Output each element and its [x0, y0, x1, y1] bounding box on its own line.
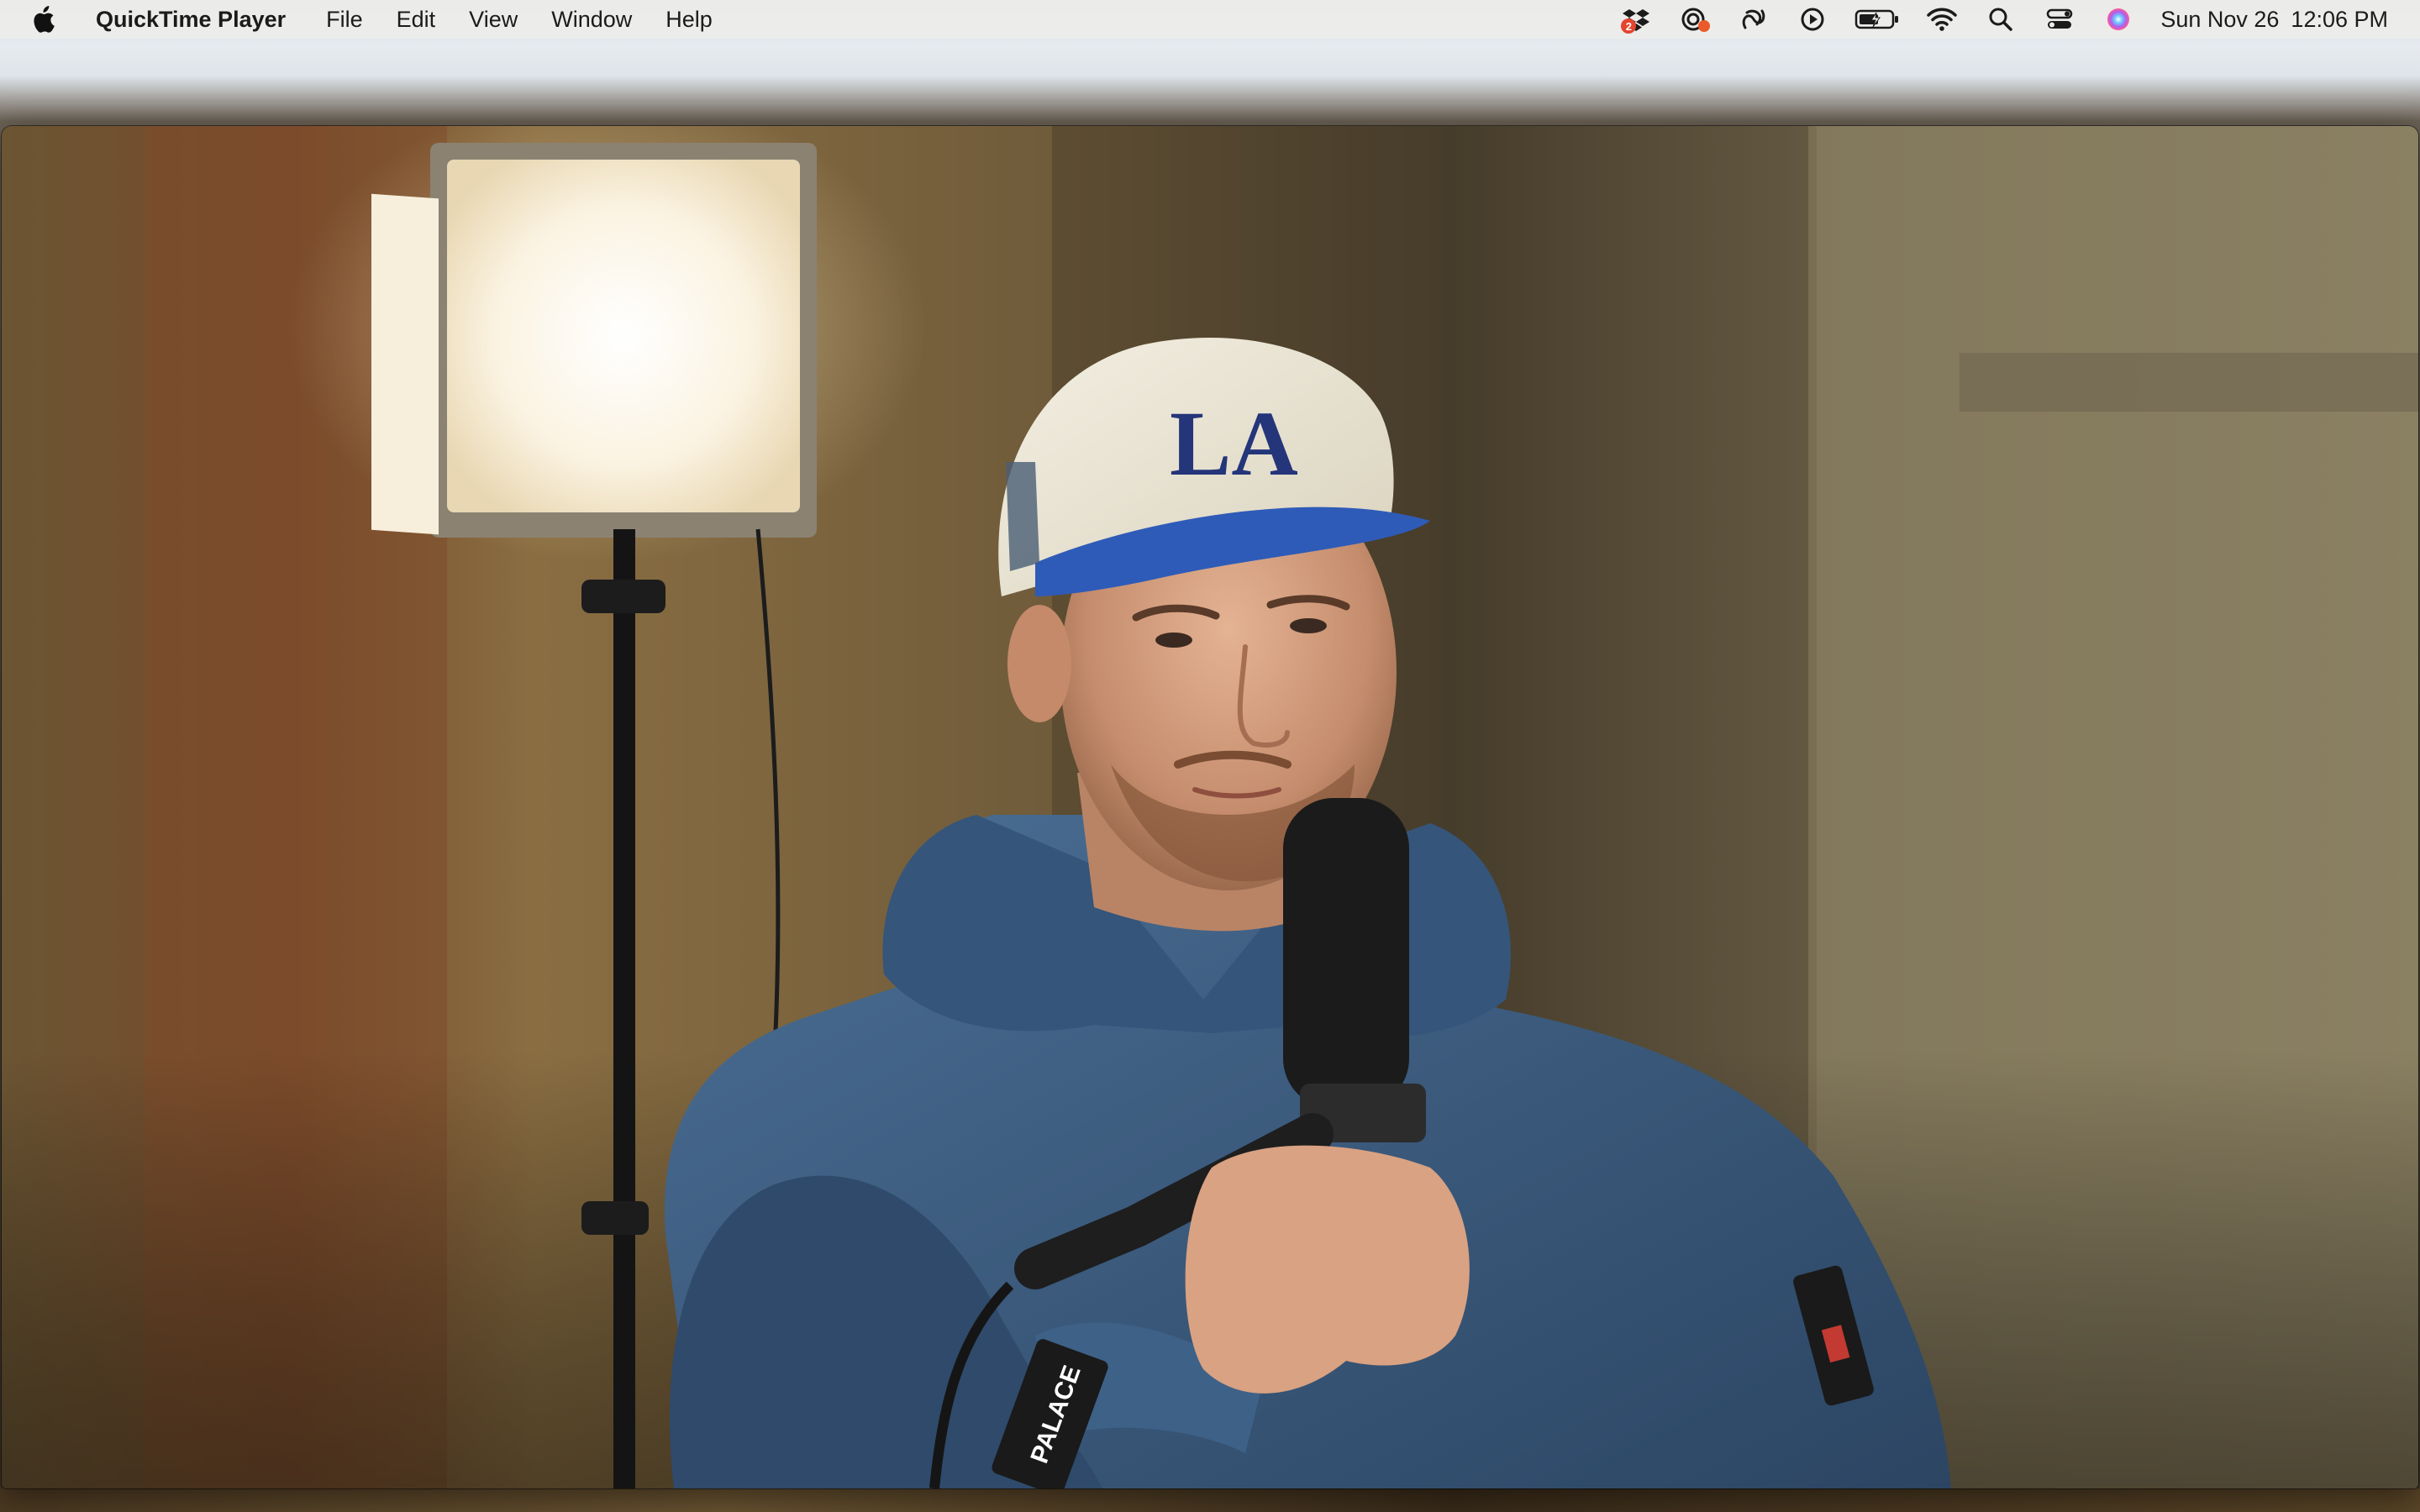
siri-icon[interactable] [2102, 5, 2135, 34]
menu-window[interactable]: Window [548, 3, 635, 36]
light-stand-pole [613, 529, 635, 1488]
microphone-body [1283, 798, 1409, 1109]
adobe-creative-cloud-icon[interactable] [1737, 5, 1770, 34]
ear-left [1007, 605, 1071, 722]
now-playing-icon[interactable] [1796, 5, 1829, 34]
light-stand-knob [581, 1201, 649, 1235]
softbox-light [447, 160, 800, 512]
menu-clock[interactable]: Sun Nov 26 12:06 PM [2160, 7, 2388, 33]
hand [1185, 1145, 1470, 1394]
menu-help[interactable]: Help [662, 3, 716, 36]
quicktime-player-window[interactable]: LA PALACE [2, 126, 2418, 1488]
menu-bar: QuickTime Player File Edit View Window H… [0, 0, 2420, 39]
menu-file[interactable]: File [323, 3, 366, 36]
dropbox-icon[interactable]: 2 [1619, 5, 1653, 34]
cap-side-patch [1006, 462, 1039, 571]
wall-shelf-right [1960, 353, 2418, 412]
control-center-icon[interactable] [2043, 5, 2076, 34]
menu-app-name[interactable]: QuickTime Player [92, 3, 289, 36]
light-stand-clamp [581, 580, 666, 613]
apple-logo-icon[interactable] [30, 5, 55, 34]
video-frame[interactable]: LA PALACE [2, 126, 2418, 1488]
clock-time: 12:06 PM [2291, 6, 2388, 32]
search-icon[interactable] [1984, 5, 2018, 34]
wifi-icon[interactable] [1925, 5, 1959, 34]
menu-view[interactable]: View [466, 3, 521, 36]
menu-edit[interactable]: Edit [393, 3, 439, 36]
menu-bar-left: QuickTime Player File Edit View Window H… [0, 0, 743, 39]
eye-left [1155, 633, 1192, 648]
softbox-side-panel [371, 193, 439, 535]
clock-date: Sun Nov 26 [2160, 6, 2280, 32]
screen-recorder-icon[interactable] [1678, 5, 1712, 34]
desktop-wallpaper-bottom [0, 1488, 2420, 1512]
menu-bar-status-area: 2 Sun Nov 26 12:06 PM [1594, 0, 2420, 39]
eye-right [1290, 618, 1327, 633]
cap-logo: LA [1170, 392, 1298, 495]
battery-charging-icon[interactable] [1854, 5, 1900, 34]
